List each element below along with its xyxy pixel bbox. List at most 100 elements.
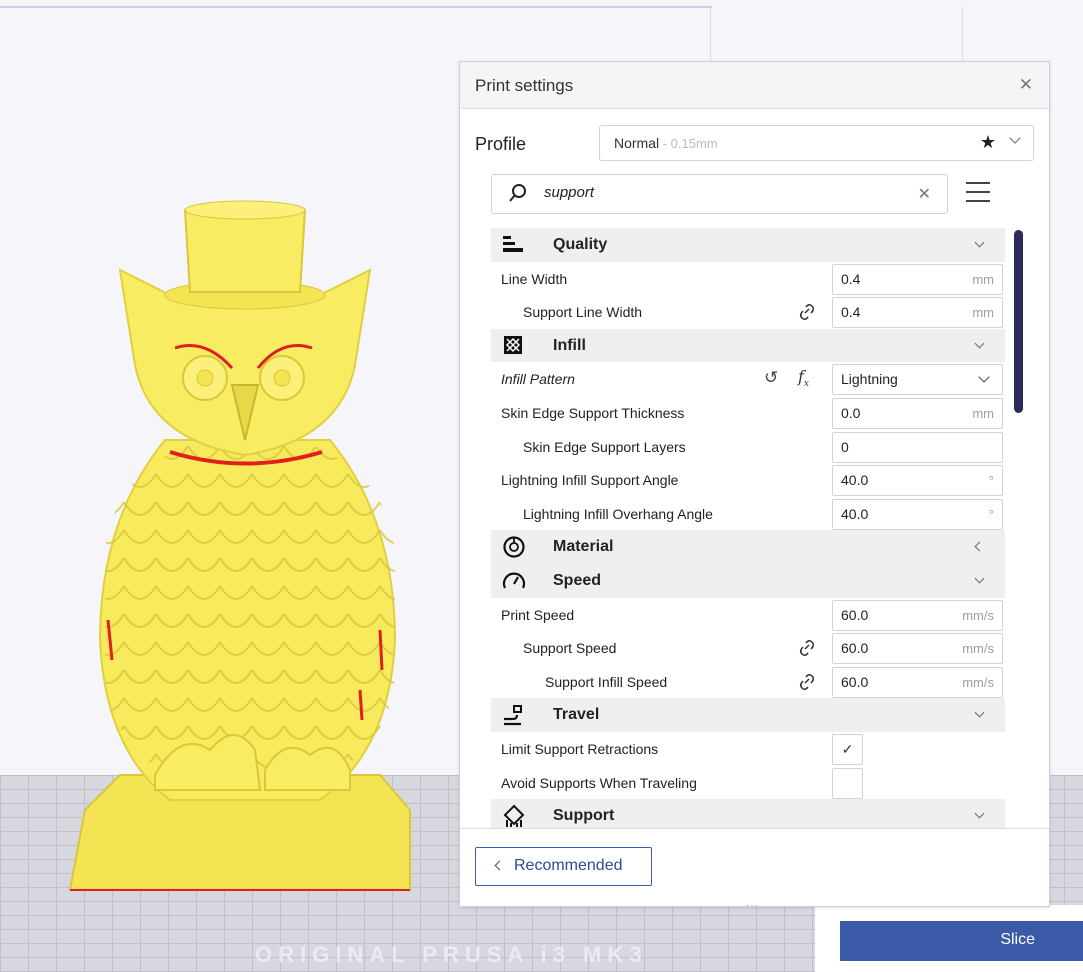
search-input[interactable] [544, 184, 904, 201]
link-icon[interactable] [797, 673, 817, 691]
field-unit: mm/s [962, 641, 994, 657]
owl-model[interactable] [60, 190, 420, 910]
field-value: Lightning [841, 371, 898, 388]
setting-label: Lightning Infill Overhang Angle [523, 505, 713, 522]
skin-edge-layers-field[interactable]: 0 [832, 431, 1003, 463]
line-width-field[interactable]: 0.4 mm [832, 263, 1003, 295]
setting-label: Support Speed [523, 640, 617, 657]
setting-row: Avoid Supports When Traveling [491, 766, 1005, 800]
setting-label: Lightning Infill Support Angle [501, 472, 679, 489]
travel-icon [504, 705, 522, 726]
field-value: 60.0 [841, 606, 869, 623]
slice-button[interactable]: Slice [840, 921, 1083, 961]
setting-label: Infill Pattern [501, 371, 575, 388]
resize-grip-icon[interactable]: ··· [746, 900, 759, 911]
category-material[interactable]: Material [491, 530, 1005, 564]
field-unit: ° [988, 473, 994, 489]
chevron-down-icon [974, 237, 985, 248]
field-value: 0.4 [841, 304, 861, 321]
avoid-supports-traveling-checkbox[interactable] [832, 767, 863, 799]
material-icon [503, 536, 525, 558]
field-value: 40.0 [841, 505, 869, 522]
setting-row: Lightning Infill Support Angle 40.0 ° [491, 463, 1005, 497]
category-label: Infill [553, 336, 586, 354]
setting-label: Print Speed [501, 606, 575, 623]
link-icon[interactable] [797, 303, 817, 321]
chevron-left-icon [494, 860, 505, 871]
reset-icon[interactable]: ↺ [764, 368, 778, 388]
chevron-down-icon [974, 338, 985, 349]
support-line-width-field[interactable]: 0.4 mm [832, 297, 1003, 329]
chevron-down-icon [1009, 132, 1021, 144]
print-speed-field[interactable]: 60.0 mm/s [832, 599, 1003, 631]
chevron-left-icon [974, 541, 985, 552]
link-icon[interactable] [797, 639, 817, 657]
setting-row: Support Infill Speed 60.0 mm/s [491, 665, 1005, 699]
category-speed[interactable]: Speed [491, 564, 1005, 598]
category-label: Travel [553, 706, 600, 724]
field-value: 0.4 [841, 270, 861, 287]
setting-row: Support Speed 60.0 mm/s [491, 631, 1005, 665]
field-unit: mm/s [962, 607, 994, 623]
setting-row: Infill Pattern ↺ fx Lightning [491, 362, 1005, 396]
speed-icon [502, 572, 526, 589]
chevron-down-icon [974, 808, 985, 819]
field-value: 60.0 [841, 640, 869, 657]
limit-support-retractions-checkbox[interactable]: ✓ [832, 734, 863, 765]
field-value: 60.0 [841, 673, 869, 690]
setting-label: Line Width [501, 270, 568, 287]
setting-row: Line Width 0.4 mm [491, 262, 1005, 296]
support-icon [503, 804, 525, 828]
build-plate-label: ORIGINAL PRUSA i3 MK3 [255, 942, 648, 967]
category-infill[interactable]: Infill [491, 328, 1005, 363]
search-box: ✕ [491, 174, 948, 214]
field-unit: mm [972, 406, 994, 421]
infill-pattern-select[interactable]: Lightning [832, 364, 1003, 396]
setting-row: Support Line Width 0.4 mm [491, 295, 1005, 329]
field-value: 0 [841, 438, 849, 455]
field-unit: mm [972, 271, 994, 287]
slice-button-label: Slice [1000, 931, 1035, 948]
setting-label: Limit Support Retractions [501, 741, 659, 757]
menu-icon[interactable] [966, 182, 990, 202]
category-support[interactable]: Support [491, 799, 1005, 828]
lightning-support-angle-field[interactable]: 40.0 ° [832, 465, 1003, 497]
viewport-divider [710, 6, 711, 66]
viewport-top-border [0, 6, 712, 8]
profile-select[interactable]: Normal - 0.15mm ★ [599, 125, 1034, 161]
quality-icon [503, 236, 523, 252]
setting-row: Limit Support Retractions ✓ [491, 732, 1005, 766]
support-infill-speed-field[interactable]: 60.0 mm/s [832, 666, 1003, 698]
setting-row: Lightning Infill Overhang Angle 40.0 ° [491, 497, 1005, 531]
clear-search-icon[interactable]: ✕ [918, 184, 931, 204]
panel-header: Print settings ✕ [460, 62, 1049, 109]
setting-row: Skin Edge Support Layers 0 [491, 430, 1005, 464]
recommended-button[interactable]: Recommended [475, 847, 652, 886]
skin-edge-thickness-field[interactable]: 0.0 mm [832, 398, 1003, 429]
field-value: 0.0 [841, 405, 861, 421]
search-icon [509, 184, 526, 202]
close-icon[interactable]: ✕ [1019, 75, 1033, 95]
setting-row: Skin Edge Support Thickness 0.0 mm [491, 396, 1005, 430]
category-label: Material [553, 538, 614, 556]
category-quality[interactable]: Quality [491, 228, 1005, 262]
infill-icon [504, 335, 522, 354]
category-label: Speed [553, 572, 602, 589]
profile-layer-height: - 0.15mm [659, 136, 718, 151]
profile-name: Normal - 0.15mm [614, 135, 718, 151]
chevron-down-icon [974, 573, 985, 584]
settings-list: Quality Line Width 0.4 mm Support Line W… [491, 228, 1005, 828]
category-label: Support [553, 807, 615, 825]
setting-label: Skin Edge Support Thickness [501, 405, 685, 421]
function-icon[interactable]: fx [798, 367, 809, 389]
support-speed-field[interactable]: 60.0 mm/s [832, 633, 1003, 665]
setting-label: Avoid Supports When Traveling [501, 774, 697, 791]
recommended-button-label: Recommended [514, 857, 623, 874]
settings-scrollbar[interactable] [1014, 230, 1023, 413]
print-settings-panel: Print settings ✕ Profile Normal - 0.15mm… [459, 61, 1050, 911]
lightning-overhang-angle-field[interactable]: 40.0 ° [832, 498, 1003, 530]
category-travel[interactable]: Travel [491, 698, 1005, 732]
field-unit: mm [972, 305, 994, 321]
star-icon[interactable]: ★ [980, 132, 996, 153]
chevron-down-icon [978, 371, 990, 384]
